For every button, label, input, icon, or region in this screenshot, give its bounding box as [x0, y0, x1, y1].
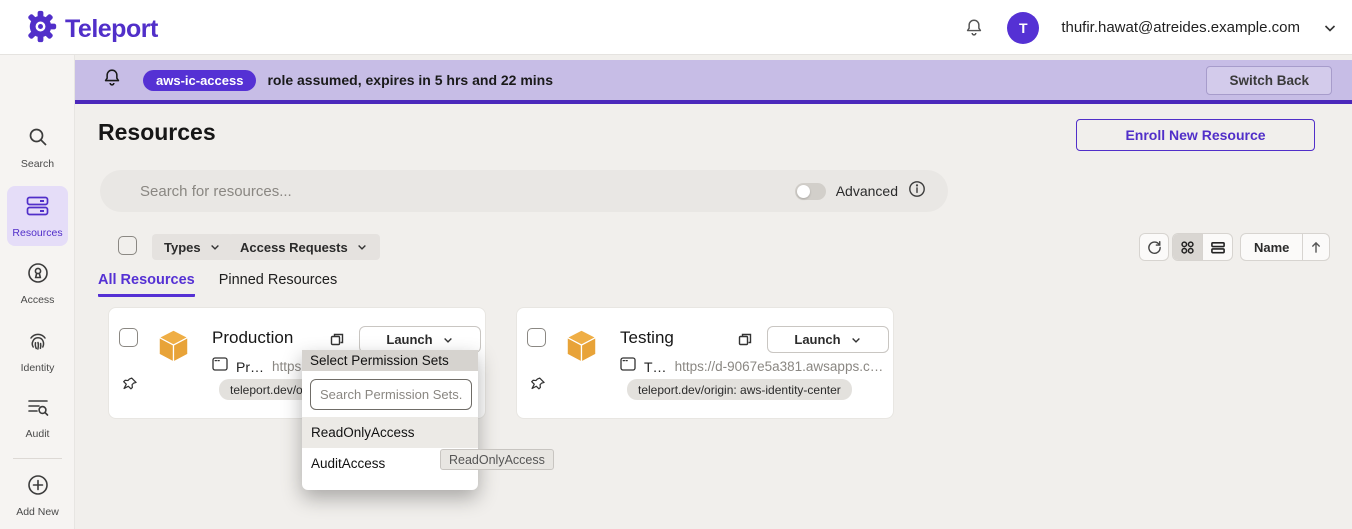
origin-tag: teleport.dev/origin: aws-identity-center — [627, 379, 852, 400]
info-icon[interactable] — [908, 180, 926, 203]
brand-name: Teleport — [65, 15, 158, 44]
permission-set-option-readonlyaccess[interactable]: ReadOnlyAccess — [302, 417, 478, 448]
card-checkbox[interactable] — [119, 328, 138, 347]
teleport-gear-icon — [24, 10, 57, 48]
refresh-button[interactable] — [1139, 233, 1169, 261]
add-new-plus-icon — [26, 484, 50, 501]
sort-field-button[interactable]: Name — [1241, 240, 1302, 255]
launch-button[interactable]: Launch — [767, 326, 889, 353]
advanced-toggle[interactable] — [795, 183, 826, 200]
pin-icon[interactable] — [530, 376, 547, 398]
grid-view-button[interactable] — [1173, 234, 1202, 260]
pin-icon[interactable] — [122, 376, 139, 398]
user-avatar[interactable]: T — [1007, 12, 1039, 44]
resource-tabs: All Resources Pinned Resources — [98, 272, 337, 297]
tab-pinned-resources[interactable]: Pinned Resources — [219, 272, 338, 297]
enroll-new-resource-button[interactable]: Enroll New Resource — [1076, 119, 1315, 151]
chevron-down-icon — [442, 334, 454, 346]
resources-icon — [25, 205, 50, 222]
launch-button[interactable]: Launch — [359, 326, 481, 353]
resource-card-testing: Testing Launch T… https://d-9067e5a381.a… — [516, 307, 894, 419]
resource-title: Testing — [620, 328, 674, 348]
refresh-icon — [1147, 240, 1162, 255]
user-menu-chevron-down-icon[interactable] — [1322, 20, 1338, 36]
list-icon — [1210, 240, 1226, 255]
top-header: Teleport T thufir.hawat@atreides.example… — [0, 0, 1352, 55]
app-name-truncated: T… — [644, 359, 667, 375]
app-url[interactable]: https://d-9067e5a381.awsapps.com/s… — [675, 359, 888, 374]
notifications-bell-icon[interactable] — [963, 17, 985, 39]
grid-icon — [1180, 240, 1195, 255]
sidebar-item-access[interactable]: Access — [0, 261, 75, 306]
banner-bell-icon — [101, 67, 123, 94]
sidebar-item-add-new[interactable]: Add New — [0, 473, 75, 518]
aws-app-icon — [561, 325, 602, 371]
sort-control: Name — [1240, 233, 1330, 261]
tab-all-resources[interactable]: All Resources — [98, 272, 195, 297]
card-checkbox[interactable] — [527, 328, 546, 347]
copy-icon[interactable] — [737, 332, 753, 353]
teleport-logo[interactable]: Teleport — [24, 10, 158, 48]
list-view-button[interactable] — [1202, 234, 1232, 260]
resource-search-bar: Advanced — [100, 170, 948, 212]
aws-app-icon — [153, 325, 194, 371]
types-filter-button[interactable]: Types — [152, 234, 233, 260]
assumed-role-banner: aws-ic-access role assumed, expires in 5… — [75, 60, 1352, 104]
sidebar: Search Resources Access — [0, 55, 75, 529]
chevron-down-icon — [850, 334, 862, 346]
app-window-icon — [620, 357, 636, 376]
permission-sets-search-input[interactable] — [310, 379, 472, 410]
user-email: thufir.hawat@atreides.example.com — [1061, 19, 1300, 36]
view-mode-toggle — [1172, 233, 1233, 261]
access-requests-filter-button[interactable]: Access Requests — [228, 234, 380, 260]
permission-sets-dropdown-title: Select Permission Sets — [302, 350, 478, 371]
chevron-down-icon — [209, 241, 221, 253]
sidebar-divider — [13, 458, 62, 459]
arrow-up-icon — [1310, 241, 1322, 254]
permission-set-tooltip: ReadOnlyAccess — [440, 449, 554, 470]
advanced-label: Advanced — [836, 183, 898, 199]
resource-search-input[interactable] — [140, 183, 795, 200]
teleport-app: Teleport T thufir.hawat@atreides.example… — [0, 0, 1352, 529]
select-all-checkbox[interactable] — [118, 236, 137, 255]
access-keyhole-icon — [26, 272, 50, 289]
page-title: Resources — [98, 119, 216, 146]
sidebar-item-identity[interactable]: Identity — [0, 329, 75, 374]
app-name-truncated: Pr… — [236, 359, 264, 375]
app-window-icon — [212, 357, 228, 376]
search-icon — [26, 136, 50, 153]
resource-title: Production — [212, 328, 293, 348]
sort-direction-button[interactable] — [1302, 234, 1329, 260]
banner-message: role assumed, expires in 5 hrs and 22 mi… — [267, 72, 553, 88]
sidebar-item-search[interactable]: Search — [0, 125, 75, 170]
chevron-down-icon — [356, 241, 368, 253]
assumed-role-badge: aws-ic-access — [143, 70, 256, 91]
identity-fingerprint-icon — [26, 340, 50, 357]
switch-back-button[interactable]: Switch Back — [1206, 66, 1332, 95]
audit-list-icon — [26, 406, 50, 423]
sidebar-item-audit[interactable]: Audit — [0, 397, 75, 440]
sidebar-item-resources[interactable]: Resources — [7, 186, 68, 246]
